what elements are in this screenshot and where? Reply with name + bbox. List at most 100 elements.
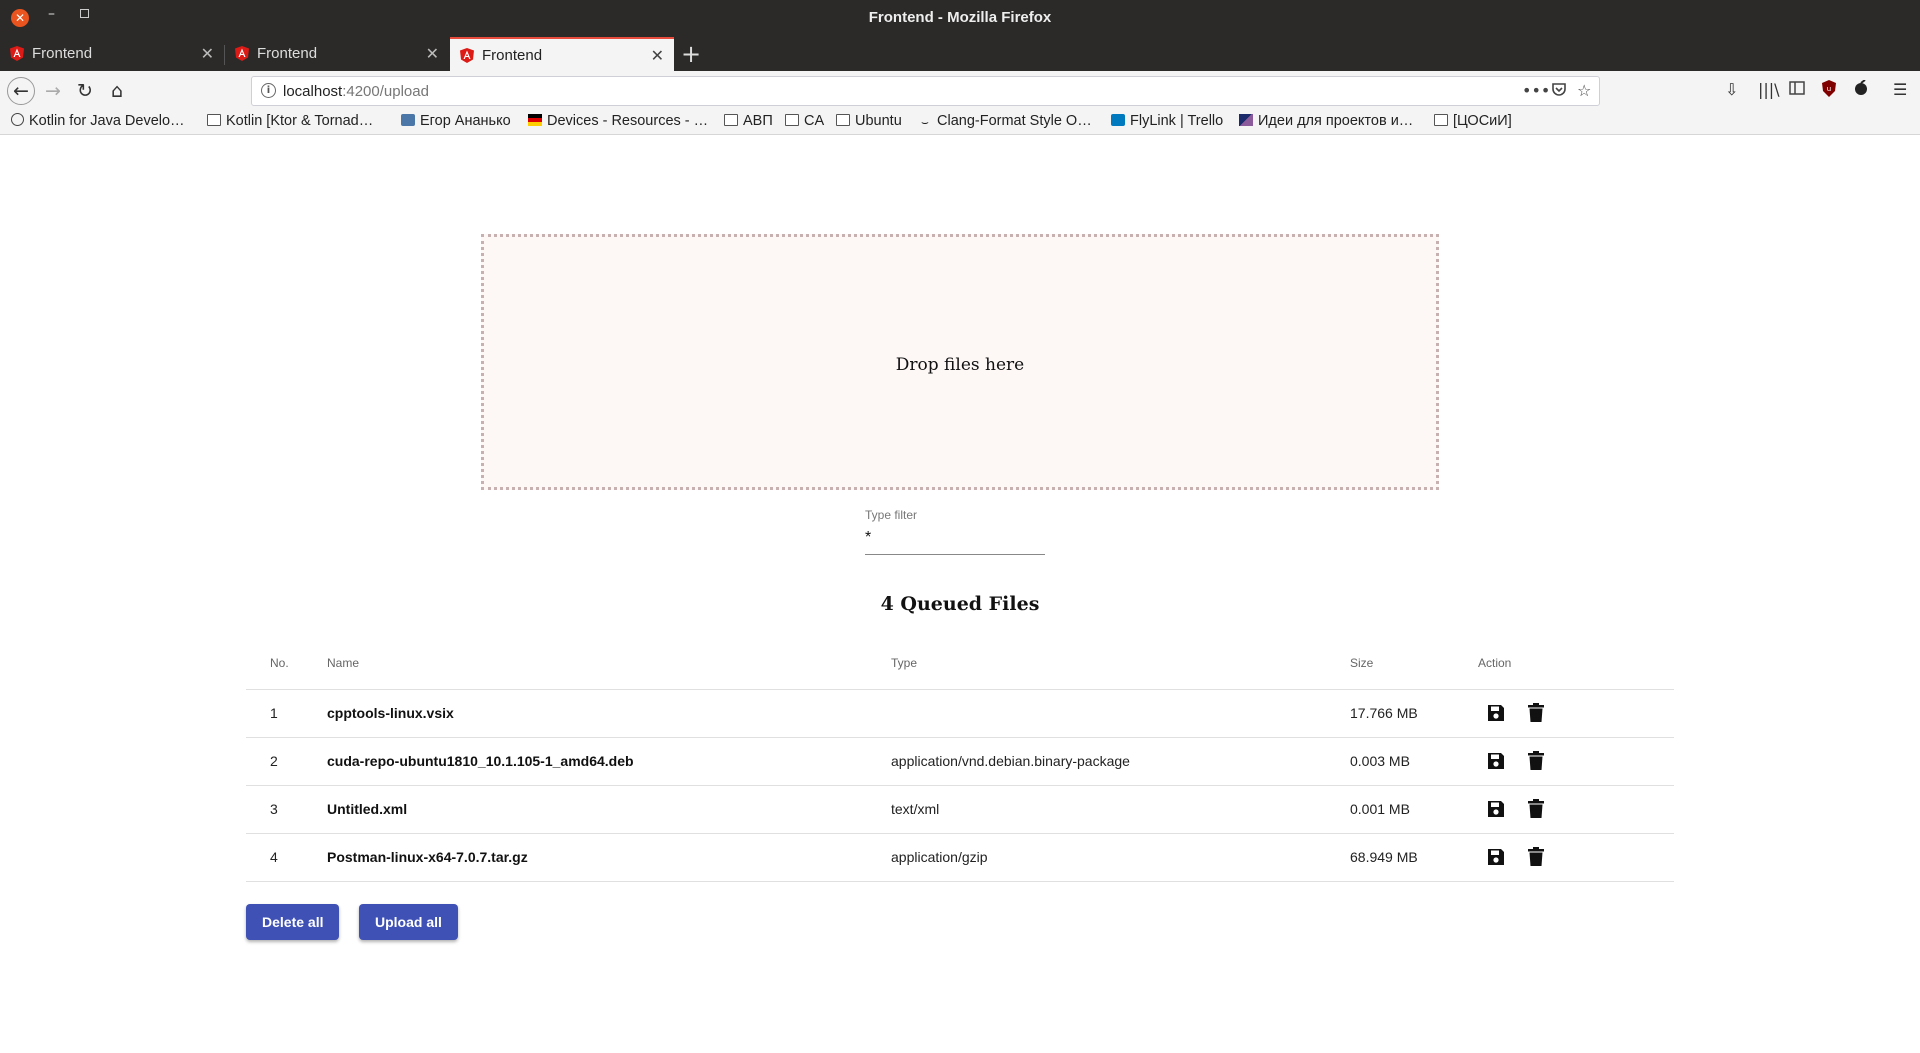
file-type: text/xml [891,801,940,817]
bookmark-item[interactable]: Егор Ананько [401,113,511,129]
flag-icon [528,114,542,126]
table-row: 1 cpptools-linux.vsix 17.766 MB [246,690,1674,738]
bookmark-item[interactable]: Kotlin for Java Develo… [11,113,185,129]
delete-icon[interactable] [1527,847,1547,869]
bookmark-item[interactable]: Devices - Resources - … [528,113,708,129]
vk-icon [401,114,415,126]
forward-arrow-icon[interactable]: → [40,78,66,104]
tab-close-icon[interactable]: ✕ [651,46,664,66]
angular-icon [10,46,24,61]
pocket-icon[interactable] [1551,81,1567,101]
row-number: 2 [270,753,278,769]
bookmark-label: АВП [743,113,773,129]
file-size: 17.766 MB [1350,705,1418,721]
new-tab-button[interactable]: + [681,40,701,68]
bookmark-label: Kotlin for Java Develo… [29,113,185,129]
bookmarks-toolbar: Kotlin for Java Develo… Kotlin [Ktor & T… [0,111,1920,135]
table-row: 3 Untitled.xml text/xml 0.001 MB [246,786,1674,834]
hamburger-menu-icon[interactable]: ☰ [1893,80,1907,99]
row-number: 1 [270,705,278,721]
column-header-name: Name [327,656,360,670]
save-icon[interactable] [1486,751,1506,773]
file-name: Postman-linux-x64-7.0.7.tar.gz [327,849,528,865]
library-icon[interactable]: |||\ [1758,80,1780,99]
bookmark-label: Clang-Format Style O… [937,113,1092,129]
bookmark-label: [ЦОСиИ] [1453,113,1512,129]
bookmark-label: Идеи для проектов и… [1258,113,1414,129]
bookmark-folder[interactable]: АВП [724,113,773,129]
home-icon[interactable]: ⌂ [104,78,130,104]
folder-icon [836,114,850,126]
bookmark-star-icon[interactable]: ☆ [1577,81,1591,100]
type-filter-input[interactable] [865,527,1045,549]
save-icon[interactable] [1486,847,1506,869]
file-drop-zone[interactable]: Drop files here [481,234,1439,490]
delete-all-button[interactable]: Delete all [246,904,340,940]
bookmark-label: FlyLink | Trello [1130,113,1224,129]
file-size: 0.003 MB [1350,753,1410,769]
browser-tab-active[interactable]: Frontend ✕ [450,37,674,71]
tab-close-icon[interactable]: ✕ [201,44,214,64]
file-type: application/gzip [891,849,988,865]
drop-zone-text: Drop files here [895,355,1025,375]
back-arrow-icon[interactable]: ← [7,77,35,105]
delete-icon[interactable] [1527,751,1547,773]
row-number: 3 [270,801,278,817]
bookmark-folder[interactable]: Ubuntu [836,113,902,129]
column-header-type: Type [891,656,918,670]
url-host: localhost [283,83,343,100]
bookmark-item[interactable]: ⌣ Clang-Format Style O… [918,113,1092,129]
browser-tab[interactable]: Frontend ✕ [0,37,224,71]
file-name: Untitled.xml [327,801,408,817]
queued-files-table: No. Name Type Size Action 1 cpptools-lin… [246,643,1674,882]
page-actions-icon[interactable]: ••• [1522,81,1550,100]
tab-label: Frontend [482,47,543,64]
bookmark-item[interactable]: FlyLink | Trello [1111,113,1223,129]
folder-icon [785,114,799,126]
file-name: cpptools-linux.vsix [327,705,454,721]
globe-icon [11,113,24,126]
bookmark-label: Егор Ананько [420,113,511,129]
delete-icon[interactable] [1527,799,1547,821]
site-info-icon[interactable]: i [261,83,276,98]
file-type: application/vnd.debian.binary-package [891,753,1130,769]
sidebar-icon[interactable] [1789,80,1805,99]
column-header-size: Size [1350,656,1374,670]
queued-files-heading: 4 Queued Files [880,593,1040,615]
browser-tab[interactable]: Frontend ✕ [225,37,449,71]
type-filter-label: Type filter [865,508,918,522]
llvm-icon: ⌣ [921,115,929,129]
bookmark-item[interactable]: Идеи для проектов и… [1239,113,1413,129]
bookmark-label: Kotlin [Ktor & Tornad… [226,113,374,129]
file-name: cuda-repo-ubuntu1810_10.1.105-1_amd64.de… [327,753,634,769]
reload-icon[interactable]: ↻ [72,78,98,104]
bookmark-folder[interactable]: CA [785,113,824,129]
navigation-toolbar: ← → ↻ ⌂ i localhost:4200/upload ••• ☆ ⇩ … [0,71,1920,111]
file-size: 0.001 MB [1350,801,1410,817]
bookmark-folder[interactable]: [ЦОСиИ] [1434,113,1512,129]
image-icon [1239,114,1253,126]
address-bar[interactable]: i localhost:4200/upload ••• ☆ [251,76,1600,106]
table-row: 2 cuda-repo-ubuntu1810_10.1.105-1_amd64.… [246,738,1674,786]
bookmark-folder[interactable]: Kotlin [Ktor & Tornad… [207,113,373,129]
save-icon[interactable] [1486,703,1506,725]
extension-icon[interactable] [1853,79,1869,100]
downloads-icon[interactable]: ⇩ [1725,80,1738,99]
upload-all-button[interactable]: Upload all [359,904,458,940]
trello-icon [1111,114,1125,126]
tab-label: Frontend [32,45,93,62]
table-header: No. Name Type Size Action [246,643,1674,690]
url-text[interactable]: localhost:4200/upload [283,83,429,100]
tab-label: Frontend [257,45,318,62]
window-title: Frontend - Mozilla Firefox [868,9,1052,26]
bookmark-label: CA [804,113,825,129]
type-filter-field[interactable]: Type filter [865,508,1045,555]
file-size: 68.949 MB [1350,849,1418,865]
folder-icon [207,114,221,126]
tab-close-icon[interactable]: ✕ [426,44,439,64]
bookmark-label: Ubuntu [855,113,902,129]
save-icon[interactable] [1486,799,1506,821]
ublock-icon[interactable]: u [1821,80,1837,101]
url-path: :4200/upload [342,83,429,100]
delete-icon[interactable] [1527,703,1547,725]
